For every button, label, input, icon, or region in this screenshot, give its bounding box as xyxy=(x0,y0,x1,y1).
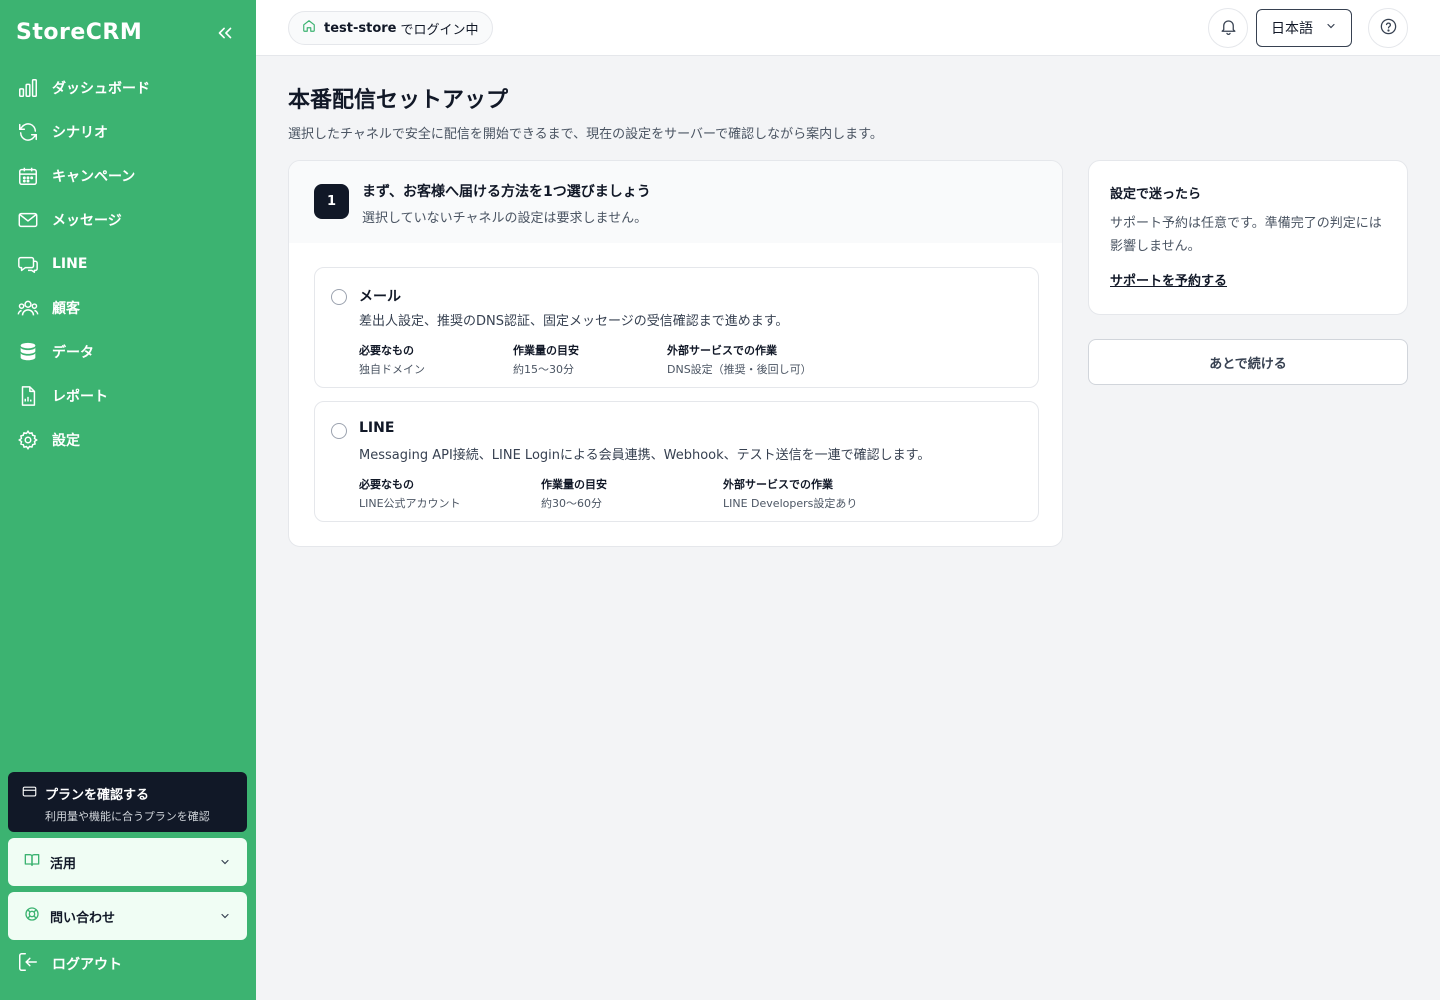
bell-icon xyxy=(1219,17,1238,40)
help-card-body: サポート予約は任意です。準備完了の判定には影響しません。 xyxy=(1110,216,1382,254)
option-meta: 外部サービスでの作業 LINE Developers設定あり xyxy=(723,476,857,511)
contact-accordion[interactable]: 問い合わせ xyxy=(8,892,247,940)
step-title: まず、お客様へ届ける方法を1つ選びましょう xyxy=(362,184,651,200)
meta-value: LINE公式アカウント xyxy=(359,497,461,510)
meta-key: 外部サービスでの作業 xyxy=(667,344,777,357)
sidebar-item-label: 設定 xyxy=(52,433,80,449)
chevron-down-icon xyxy=(219,907,231,926)
mail-icon xyxy=(17,209,39,231)
usage-accordion-label: 活用 xyxy=(50,856,77,872)
option-meta: 外部サービスでの作業 DNS設定（推奨・後回し可） xyxy=(667,342,812,377)
top-header: test-store でログイン中 日本語 xyxy=(256,0,1440,56)
plan-card-title: プランを確認する xyxy=(45,788,150,803)
chevron-down-icon xyxy=(219,853,231,872)
credit-card-icon xyxy=(22,784,37,803)
sidebar-nav: ダッシュボード シナリオ キャンペーン メッセージ LINE 顧客 データ レポ… xyxy=(0,66,256,462)
step-number-badge: 1 xyxy=(314,184,349,219)
radio-button[interactable] xyxy=(331,423,347,439)
step-header: 1 まず、お客様へ届ける方法を1つ選びましょう 選択していないチャネルの設定は要… xyxy=(289,161,1062,243)
meta-key: 作業量の目安 xyxy=(513,344,579,357)
help-circle-icon xyxy=(1379,17,1398,40)
sidebar: StoreCRM ダッシュボード シナリオ キャンペーン メッセージ LINE … xyxy=(0,0,256,1000)
sidebar-item-data[interactable]: データ xyxy=(0,330,256,374)
help-button[interactable] xyxy=(1368,8,1408,48)
option-meta: 作業量の目安 約15〜30分 xyxy=(513,342,579,377)
sidebar-item-settings[interactable]: 設定 xyxy=(0,418,256,462)
sidebar-item-label: シナリオ xyxy=(52,125,108,141)
calendar-icon xyxy=(17,165,39,187)
collapse-sidebar-icon[interactable] xyxy=(214,22,236,44)
setup-card: 1 まず、お客様へ届ける方法を1つ選びましょう 選択していないチャネルの設定は要… xyxy=(288,160,1063,547)
meta-key: 外部サービスでの作業 xyxy=(723,478,833,491)
radio-button[interactable] xyxy=(331,289,347,305)
sidebar-item-scenario[interactable]: シナリオ xyxy=(0,110,256,154)
continue-later-button[interactable]: あとで続ける xyxy=(1088,339,1408,385)
page-description: 選択したチャネルで安全に配信を開始できるまで、現在の設定をサーバーで確認しながら… xyxy=(288,127,883,142)
meta-value: 独自ドメイン xyxy=(359,363,425,376)
store-name: test-store xyxy=(324,20,397,36)
help-card-title: 設定で迷ったら xyxy=(1110,187,1202,202)
brand-logo: StoreCRM xyxy=(16,20,143,45)
bar-chart-icon xyxy=(17,77,39,99)
help-card: 設定で迷ったら サポート予約は任意です。準備完了の判定には影響しません。 サポー… xyxy=(1088,160,1408,315)
logout-label: ログアウト xyxy=(52,957,122,973)
option-meta: 必要なもの 独自ドメイン xyxy=(359,342,425,377)
sidebar-item-label: メッセージ xyxy=(52,213,122,229)
option-description: 差出人設定、推奨のDNS認証、固定メッセージの受信確認まで進めます。 xyxy=(359,314,789,329)
refresh-icon xyxy=(17,121,39,143)
language-select[interactable]: 日本語 xyxy=(1256,9,1352,47)
usage-accordion[interactable]: 活用 xyxy=(8,838,247,886)
meta-value: DNS設定（推奨・後回し可） xyxy=(667,363,812,376)
sidebar-item-line[interactable]: LINE xyxy=(0,242,256,286)
sidebar-item-label: LINE xyxy=(52,256,88,272)
users-icon xyxy=(17,297,39,319)
chevron-down-icon xyxy=(1325,20,1337,36)
contact-accordion-label: 問い合わせ xyxy=(50,910,116,926)
book-icon xyxy=(24,852,40,872)
option-name: LINE xyxy=(359,420,395,436)
logout-icon xyxy=(17,951,39,977)
step-subtitle: 選択していないチャネルの設定は要求しません。 xyxy=(362,211,648,226)
book-support-link[interactable]: サポートを予約する xyxy=(1110,270,1227,289)
channel-option-line[interactable]: LINE Messaging API接続、LINE Loginによる会員連携、W… xyxy=(314,401,1039,522)
logout-button[interactable]: ログアウト xyxy=(17,952,122,976)
language-value: 日本語 xyxy=(1271,21,1313,37)
sidebar-item-dashboard[interactable]: ダッシュボード xyxy=(0,66,256,110)
page-title: 本番配信セットアップ xyxy=(288,88,509,113)
database-icon xyxy=(17,341,39,363)
lifebuoy-icon xyxy=(24,906,40,926)
sidebar-item-label: 顧客 xyxy=(52,301,80,317)
notifications-button[interactable] xyxy=(1208,8,1248,48)
sidebar-item-customers[interactable]: 顧客 xyxy=(0,286,256,330)
channel-option-email[interactable]: メール 差出人設定、推奨のDNS認証、固定メッセージの受信確認まで進めます。 必… xyxy=(314,267,1039,388)
plan-card[interactable]: プランを確認する 利用量や機能に合うプランを確認 xyxy=(8,772,247,832)
store-login-suffix: でログイン中 xyxy=(400,22,479,38)
sidebar-item-label: データ xyxy=(52,345,94,361)
meta-key: 必要なもの xyxy=(359,478,414,491)
meta-value: 約30〜60分 xyxy=(541,497,602,510)
meta-value: LINE Developers設定あり xyxy=(723,497,858,510)
sidebar-item-label: ダッシュボード xyxy=(52,81,150,97)
sidebar-item-label: レポート xyxy=(52,389,108,405)
store-indicator[interactable]: test-store でログイン中 xyxy=(288,11,493,45)
meta-key: 必要なもの xyxy=(359,344,414,357)
sidebar-item-report[interactable]: レポート xyxy=(0,374,256,418)
meta-key: 作業量の目安 xyxy=(541,478,607,491)
gear-icon xyxy=(17,429,39,451)
option-description: Messaging API接続、LINE Loginによる会員連携、Webhoo… xyxy=(359,448,931,463)
option-meta: 作業量の目安 約30〜60分 xyxy=(541,476,607,511)
home-icon xyxy=(302,19,316,37)
sidebar-item-campaign[interactable]: キャンペーン xyxy=(0,154,256,198)
option-name: メール xyxy=(359,289,401,305)
chat-icon xyxy=(17,253,39,275)
plan-card-subtitle: 利用量や機能に合うプランを確認 xyxy=(45,810,210,823)
option-meta: 必要なもの LINE公式アカウント xyxy=(359,476,461,511)
report-icon xyxy=(17,385,39,407)
meta-value: 約15〜30分 xyxy=(513,363,574,376)
sidebar-item-label: キャンペーン xyxy=(52,169,136,185)
sidebar-item-message[interactable]: メッセージ xyxy=(0,198,256,242)
